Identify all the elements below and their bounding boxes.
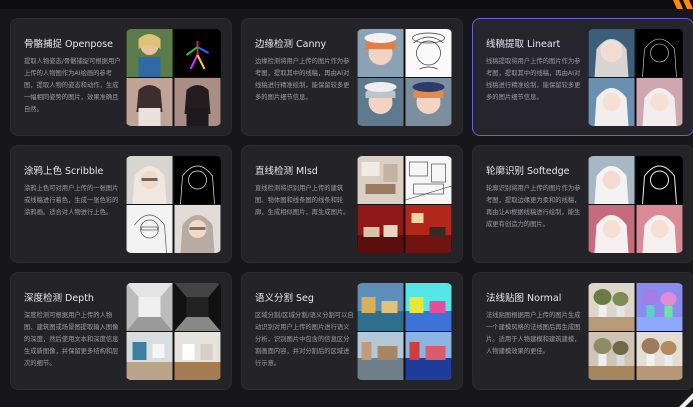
card-canny[interactable]: 边缘检测 Canny 边缘检测将用户上传的图片作为参考图，提取其中的线稿，再由A… xyxy=(241,18,463,136)
card-title: 轮廓识别 Softedge xyxy=(486,166,570,177)
card-title: 语义分割 Seg xyxy=(255,293,314,304)
card-depth[interactable]: 深度检测 Depth 深度检测可根据用户上传的人物图、建筑图或场景图提取输入图像… xyxy=(10,272,232,390)
card-description: 深度检测可根据用户上传的人物图、建筑图或场景图提取输入图像的深度，然后使用文本和… xyxy=(24,312,119,367)
openpose-preview-image xyxy=(126,29,221,126)
seg-preview-image xyxy=(357,283,452,380)
card-title: 边缘检测 Canny xyxy=(255,39,327,50)
card-description: 区域分割/区域分割/语义分割可以自动识别对用户上传的图片进行语义分析，识别图片中… xyxy=(255,312,354,367)
card-openpose[interactable]: 骨骼捕捉 Openpose 提取人物姿态/骨骼捕捉可根据用户上传的人物图作为AI… xyxy=(10,18,232,136)
card-title: 涂鸦上色 Scribble xyxy=(24,166,104,177)
card-description: 轮廓识别将用户上传的图片作为参考图，提取边缘更为柔和的线稿，再由让AI根据线稿进… xyxy=(486,185,581,228)
depth-preview-image xyxy=(126,283,221,380)
controlnet-model-grid: 骨骼捕捉 Openpose 提取人物姿态/骨骼捕捉可根据用户上传的人物图作为AI… xyxy=(10,18,693,390)
card-description: 法线贴图根据用户上传的图片生成一个建模风格的法线图后再生成图片。适用于人物建模和… xyxy=(486,312,581,355)
card-softedge[interactable]: 轮廓识别 Softedge 轮廓识别将用户上传的图片作为参考图，提取边缘更为柔和… xyxy=(472,145,693,263)
normal-preview-image xyxy=(588,283,683,380)
decorative-stripes xyxy=(679,393,693,407)
card-title: 深度检测 Depth xyxy=(24,293,94,304)
card-description: 直线检测将识别用户上传的建筑图、物体图和线条图的线条和轮廓，生成相似图片，再生成… xyxy=(255,185,350,216)
card-description: 边缘检测将用户上传的图片作为参考图，提取其中的线稿，再由AI对线稿进行精准绘制，… xyxy=(255,58,350,101)
card-description: 线稿提取将用户上传的图片作为参考图，提取其中的线稿，再由AI对线稿进行精准绘制，… xyxy=(486,58,581,101)
card-scribble[interactable]: 涂鸦上色 Scribble 涂鸦上色可对用户上传的一张图片或线稿进行着色，生成一… xyxy=(10,145,232,263)
decorative-stripes xyxy=(673,0,693,9)
lineart-preview-image xyxy=(588,29,683,126)
top-bar xyxy=(0,0,693,9)
card-title: 骨骼捕捉 Openpose xyxy=(24,39,114,50)
card-title: 直线检测 Mlsd xyxy=(255,166,318,177)
scribble-preview-image xyxy=(126,156,221,253)
card-normal[interactable]: 法线贴图 Normal 法线贴图根据用户上传的图片生成一个建模风格的法线图后再生… xyxy=(472,272,693,390)
card-lineart[interactable]: 线稿提取 Lineart 线稿提取将用户上传的图片作为参考图，提取其中的线稿，再… xyxy=(472,18,693,136)
canny-preview-image xyxy=(357,29,452,126)
mlsd-preview-image xyxy=(357,156,452,253)
softedge-preview-image xyxy=(588,156,683,253)
card-mlsd[interactable]: 直线检测 Mlsd 直线检测将识别用户上传的建筑图、物体图和线条图的线条和轮廓，… xyxy=(241,145,463,263)
card-title: 法线贴图 Normal xyxy=(486,293,562,304)
card-title: 线稿提取 Lineart xyxy=(486,39,561,50)
card-seg[interactable]: 语义分割 Seg 区域分割/区域分割/语义分割可以自动识别对用户上传的图片进行语… xyxy=(241,272,463,390)
card-description: 涂鸦上色可对用户上传的一张图片或线稿进行着色，生成一张色彩的涂鸦画。适合对人物进… xyxy=(24,185,119,216)
card-description: 提取人物姿态/骨骼捕捉可根据用户上传的人物图作为AI绘画的参考图，提取人物的姿态… xyxy=(24,58,121,113)
